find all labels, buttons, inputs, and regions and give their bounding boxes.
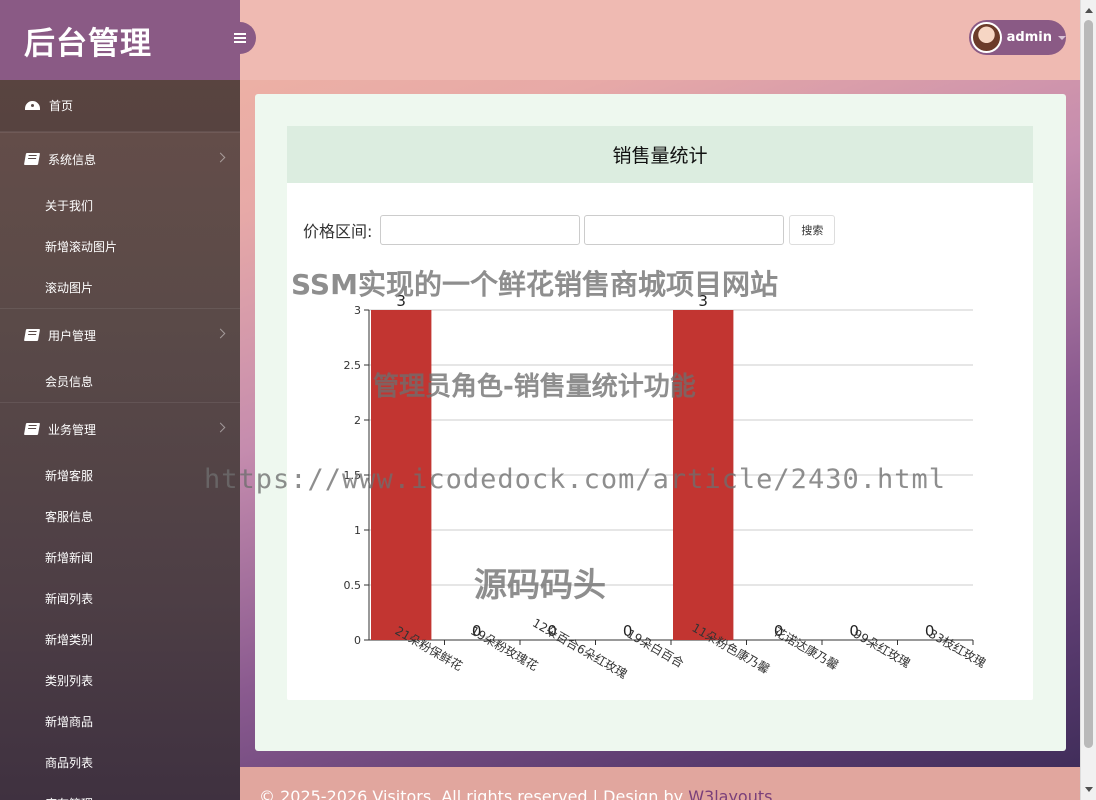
watermark-brand: 源码码头 bbox=[474, 565, 606, 604]
user-menu-button[interactable]: admin bbox=[969, 20, 1066, 55]
x-tick-label: 99朵红玫瑰 bbox=[851, 626, 913, 671]
x-tick-label: 19朵粉玫瑰花 bbox=[468, 623, 541, 674]
watermark-url: https://www.icodedock.com/article/2430.h… bbox=[204, 464, 946, 495]
user-name: admin bbox=[1006, 30, 1052, 45]
sidebar-group-label: 系统信息 bbox=[48, 152, 97, 167]
sidebar-toggle-button[interactable] bbox=[224, 22, 256, 54]
chevron-right-icon bbox=[215, 422, 226, 433]
brand-title: 后台管理 bbox=[24, 25, 152, 62]
sidebar: 后台管理 首页 系统信息 关于我们 新增滚动图片 滚动图片 用户管理 会员信息 … bbox=[0, 0, 256, 800]
watermark-title: SSM实现的一个鲜花销售商城项目网站 bbox=[291, 268, 778, 301]
x-tick-label: 33枝红玫瑰 bbox=[926, 626, 988, 671]
top-header: admin bbox=[240, 0, 1080, 80]
sidebar-item-home[interactable]: 首页 bbox=[0, 80, 240, 132]
sidebar-item-product-list[interactable]: 商品列表 bbox=[0, 742, 240, 783]
y-tick-label: 3 bbox=[354, 304, 361, 317]
sidebar-group-business: 业务管理 新增客服 客服信息 新增新闻 新闻列表 新增类别 类别列表 新增商品 … bbox=[0, 402, 240, 800]
sidebar-item-banners[interactable]: 滚动图片 bbox=[0, 267, 240, 308]
sidebar-item-members[interactable]: 会员信息 bbox=[0, 361, 240, 402]
sidebar-group-users: 用户管理 会员信息 bbox=[0, 308, 240, 402]
sidebar-item-about[interactable]: 关于我们 bbox=[0, 185, 240, 226]
sidebar-group-label: 业务管理 bbox=[48, 422, 97, 437]
footer-text: © 2025-2026 Visitors. All rights reserve… bbox=[259, 787, 772, 800]
sidebar-group-header-users[interactable]: 用户管理 bbox=[0, 309, 240, 361]
sidebar-group-label: 用户管理 bbox=[48, 328, 97, 343]
footer: © 2025-2026 Visitors. All rights reserve… bbox=[240, 767, 1080, 800]
scroll-thumb[interactable] bbox=[1084, 20, 1093, 748]
caret-down-icon bbox=[1058, 35, 1066, 40]
y-tick-label: 0.5 bbox=[344, 579, 362, 592]
sidebar-item-category-list[interactable]: 类别列表 bbox=[0, 660, 240, 701]
avatar bbox=[971, 22, 1002, 53]
footer-link[interactable]: W3layouts bbox=[688, 787, 772, 800]
sidebar-item-news-list[interactable]: 新闻列表 bbox=[0, 578, 240, 619]
sidebar-group-header-business[interactable]: 业务管理 bbox=[0, 403, 240, 455]
sales-bar-chart: 00.511.522.53321朵粉保鲜花 019朵粉玫瑰花 012朵百合6朵红玫瑰… bbox=[344, 292, 989, 681]
book-icon bbox=[23, 423, 41, 435]
menu-icon bbox=[234, 33, 246, 43]
sidebar-item-label: 首页 bbox=[49, 99, 74, 113]
y-tick-label: 2 bbox=[354, 414, 361, 427]
book-icon bbox=[23, 329, 41, 341]
scroll-up-icon[interactable] bbox=[1085, 8, 1093, 13]
watermark-subtitle: 管理员角色-销售量统计功能 bbox=[373, 372, 696, 402]
y-tick-label: 0 bbox=[354, 634, 361, 647]
sidebar-item-inventory[interactable]: 库存管理 bbox=[0, 783, 240, 800]
sidebar-item-add-category[interactable]: 新增类别 bbox=[0, 619, 240, 660]
x-tick-label: 花诺达康乃馨 bbox=[772, 624, 842, 673]
x-tick-label: 12朵百合6朵红玫瑰 bbox=[530, 615, 630, 681]
sidebar-item-add-product[interactable]: 新增商品 bbox=[0, 701, 240, 742]
y-tick-label: 1 bbox=[354, 524, 361, 537]
sidebar-item-add-banner[interactable]: 新增滚动图片 bbox=[0, 226, 240, 267]
book-icon bbox=[23, 153, 41, 165]
chevron-right-icon bbox=[215, 328, 226, 339]
sidebar-group-system: 系统信息 关于我们 新增滚动图片 滚动图片 bbox=[0, 132, 240, 308]
sidebar-item-service-info[interactable]: 客服信息 bbox=[0, 496, 240, 537]
sidebar-item-add-news[interactable]: 新增新闻 bbox=[0, 537, 240, 578]
content-panel: 销售量统计 价格区间: 搜索 0 0.5 1 1.5 2 2.5 3 3 21朵粉保鲜花 0 19朵… bbox=[255, 94, 1066, 751]
dashboard-icon bbox=[25, 101, 40, 110]
copyright-text: © 2025-2026 Visitors. All rights reserve… bbox=[259, 787, 689, 800]
sales-stats-card: 销售量统计 价格区间: 搜索 0 0.5 1 1.5 2 2.5 3 3 21朵粉保鲜花 0 19朵… bbox=[287, 126, 1033, 700]
brand-header: 后台管理 bbox=[0, 0, 256, 80]
sidebar-menu: 首页 系统信息 关于我们 新增滚动图片 滚动图片 用户管理 会员信息 业务管理 bbox=[0, 80, 240, 800]
scroll-down-icon[interactable] bbox=[1085, 787, 1093, 792]
sidebar-group-header-system[interactable]: 系统信息 bbox=[0, 133, 240, 185]
chevron-right-icon bbox=[215, 152, 226, 163]
y-tick-label: 2.5 bbox=[344, 359, 362, 372]
page-scrollbar[interactable] bbox=[1080, 0, 1096, 800]
